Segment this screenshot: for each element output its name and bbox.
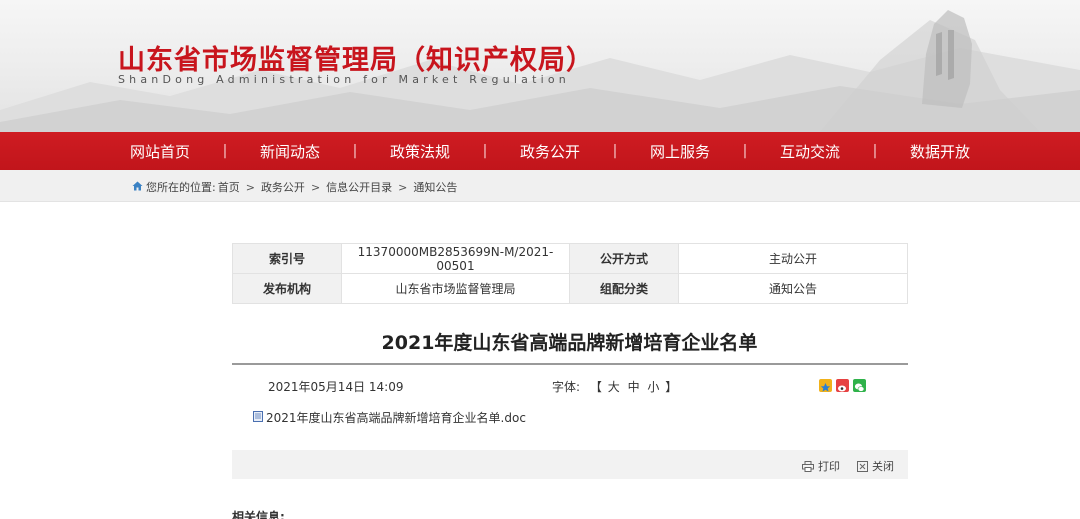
nav-news[interactable]: 新闻动态 (240, 141, 340, 162)
publisher-value: 山东省市场监督管理局 (341, 273, 570, 304)
printer-icon (802, 460, 814, 472)
publish-mode-label: 公开方式 (569, 243, 679, 274)
print-label: 打印 (818, 460, 840, 473)
close-button[interactable]: 关闭 (857, 458, 894, 474)
site-subtitle: ShanDong Administration for Market Regul… (118, 73, 570, 86)
document-info-table: 索引号 11370000MB2853699N-M/2021-00501 公开方式… (232, 243, 908, 304)
doc-icon (253, 410, 263, 425)
nav-open-data[interactable]: 数据开放 (890, 141, 990, 162)
home-icon (132, 181, 143, 194)
breadcrumb-gov-affairs[interactable]: 政务公开 (261, 179, 305, 195)
breadcrumb-prefix: 您所在的位置: (146, 181, 216, 194)
close-window-icon (857, 460, 868, 472)
mountain-stone-emblem (922, 10, 972, 108)
index-value: 11370000MB2853699N-M/2021-00501 (341, 243, 570, 274)
attachment-filename: 2021年度山东省高端品牌新增培育企业名单.doc (266, 411, 526, 425)
nav-separator: | (742, 143, 748, 159)
nav-home[interactable]: 网站首页 (110, 141, 210, 162)
related-info-heading: 相关信息: (232, 510, 285, 519)
qzone-share-icon[interactable] (819, 379, 832, 392)
index-label: 索引号 (232, 243, 342, 274)
nav-separator: | (872, 143, 878, 159)
nav-interaction[interactable]: 互动交流 (760, 141, 860, 162)
breadcrumb-home[interactable]: 首页 (218, 179, 240, 195)
nav-separator: | (352, 143, 358, 159)
nav-policy[interactable]: 政策法规 (370, 141, 470, 162)
print-button[interactable]: 打印 (802, 458, 840, 474)
article-title: 2021年度山东省高端品牌新增培育企业名单 (381, 332, 758, 354)
wechat-share-icon[interactable] (853, 379, 866, 392)
nav-online-service[interactable]: 网上服务 (630, 141, 730, 162)
table-row: 发布机构 山东省市场监督管理局 组配分类 通知公告 (232, 273, 908, 304)
weibo-share-icon[interactable] (836, 379, 849, 392)
publish-date: 2021年05月14日 14:09 (268, 380, 404, 394)
header-banner: 山东省市场监督管理局（知识产权局） ShanDong Administratio… (0, 0, 1080, 132)
publish-mode-value: 主动公开 (678, 243, 908, 274)
main-nav: 网站首页 | 新闻动态 | 政策法规 | 政务公开 | 网上服务 | 互动交流 … (0, 132, 1080, 170)
nav-gov-affairs[interactable]: 政务公开 (500, 141, 600, 162)
category-value: 通知公告 (678, 273, 908, 304)
publisher-label: 发布机构 (232, 273, 342, 304)
breadcrumb-arrow: > (310, 180, 321, 194)
close-label: 关闭 (872, 460, 894, 473)
breadcrumb: 您所在的位置: 首页 > 政务公开 > 信息公开目录 > 通知公告 (132, 179, 457, 195)
nav-separator: | (222, 143, 228, 159)
font-bracket-open: 【 (589, 380, 602, 394)
category-label: 组配分类 (569, 273, 679, 304)
font-size-controls: 字体: 【 大 中 小 】 (552, 378, 677, 395)
font-size-label: 字体: (552, 380, 581, 394)
share-buttons (819, 379, 866, 392)
attachment-link[interactable]: 2021年度山东省高端品牌新增培育企业名单.doc (253, 409, 526, 426)
font-bracket-close: 】 (665, 380, 678, 394)
breadcrumb-bar: 您所在的位置: 首页 > 政务公开 > 信息公开目录 > 通知公告 (0, 170, 1080, 202)
font-size-small[interactable]: 小 (647, 380, 659, 394)
breadcrumb-arrow: > (398, 180, 408, 194)
breadcrumb-notices[interactable]: 通知公告 (413, 179, 457, 195)
font-size-large[interactable]: 大 (608, 380, 620, 394)
breadcrumb-arrow: > (245, 180, 255, 194)
title-divider (232, 363, 908, 365)
nav-separator: | (612, 143, 618, 159)
article-toolbar: 打印 关闭 (232, 450, 908, 479)
site-title: 山东省市场监督管理局（知识产权局） (118, 45, 594, 76)
breadcrumb-info-catalog[interactable]: 信息公开目录 (326, 179, 392, 195)
font-size-medium[interactable]: 中 (628, 380, 640, 394)
table-row: 索引号 11370000MB2853699N-M/2021-00501 公开方式… (232, 243, 908, 274)
nav-separator: | (482, 143, 488, 159)
